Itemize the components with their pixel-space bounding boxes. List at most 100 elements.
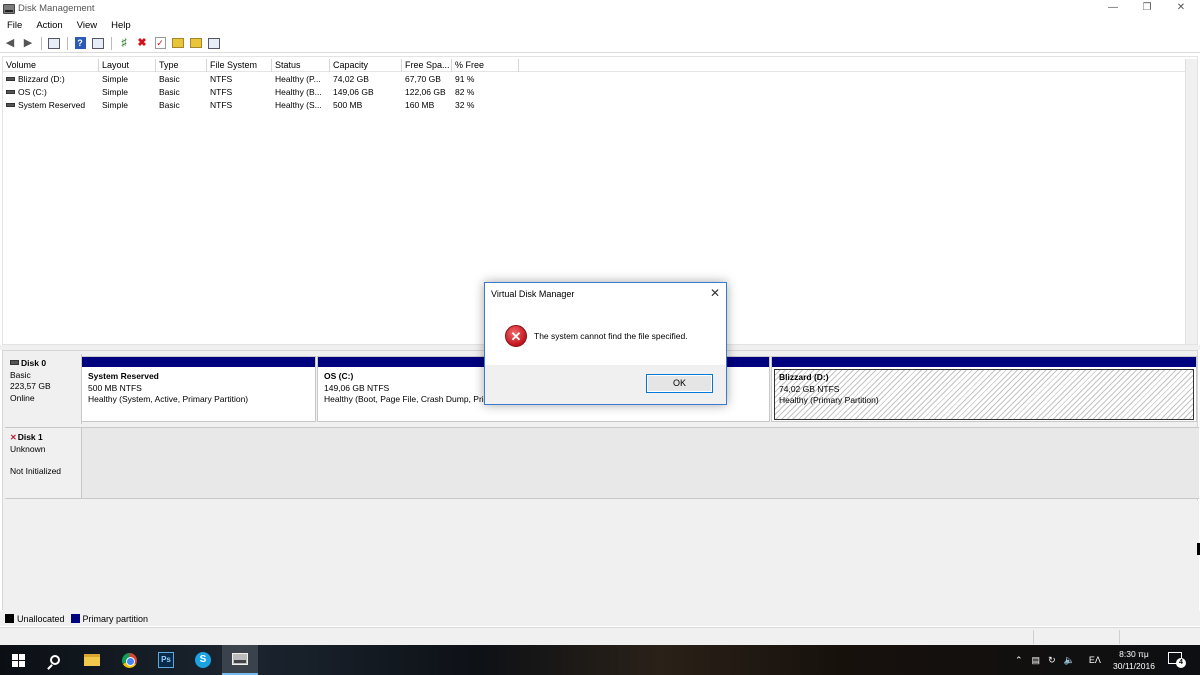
- percent-free-cell: 91 %: [455, 74, 475, 84]
- check-icon[interactable]: ✓: [153, 36, 167, 50]
- drive-icon: [6, 76, 15, 81]
- skype-icon[interactable]: S: [185, 645, 221, 675]
- legend: Unallocated Primary partition: [0, 611, 1200, 626]
- dialog-close-button[interactable]: ✕: [710, 286, 720, 300]
- network-icon[interactable]: ▤: [1032, 655, 1041, 666]
- language-indicator[interactable]: EΛ: [1089, 655, 1101, 665]
- partition-info: Blizzard (D:) 74,02 GB NTFS Healthy (Pri…: [774, 369, 1194, 420]
- error-dialog: Virtual Disk Manager ✕ ✕ The system cann…: [484, 282, 727, 405]
- percent-free-cell: 32 %: [455, 100, 475, 110]
- column-header-capacity[interactable]: Capacity: [330, 59, 402, 72]
- menu-help[interactable]: Help: [104, 17, 138, 34]
- volume-list-header: Volume Layout Type File System Status Ca…: [3, 59, 1185, 72]
- disk-0-label[interactable]: Disk 0 Basic 223,57 GB Online: [5, 354, 82, 424]
- free-space-cell: 160 MB: [405, 100, 435, 110]
- delete-icon[interactable]: ✖: [135, 36, 149, 50]
- chrome-icon[interactable]: [111, 645, 147, 675]
- disk-management-taskbar-icon[interactable]: [222, 645, 258, 675]
- table-row[interactable]: System Reserved Simple Basic NTFS Health…: [3, 99, 519, 111]
- menu-bar: File Action View Help: [0, 17, 1200, 34]
- console-tree-icon[interactable]: [47, 36, 61, 50]
- disk-1-area[interactable]: [82, 427, 1199, 499]
- photoshop-icon[interactable]: Ps: [148, 645, 184, 675]
- menu-file[interactable]: File: [0, 17, 29, 34]
- column-header-type[interactable]: Type: [156, 59, 207, 72]
- disk-management-app-icon: [3, 3, 15, 14]
- disk-1-name-text: Disk 1: [17, 432, 43, 442]
- disk-0-type: Basic: [10, 369, 31, 380]
- unallocated-swatch: [5, 614, 14, 623]
- show-hidden-icons-icon[interactable]: ⌃: [1015, 655, 1023, 666]
- free-space-cell: 67,70 GB: [405, 74, 441, 84]
- dialog-footer: OK: [485, 365, 726, 404]
- partition-status: Healthy (Primary Partition): [779, 395, 879, 405]
- toolbar-separator: [67, 36, 68, 50]
- dialog-title: Virtual Disk Manager: [491, 289, 575, 299]
- capacity-cell: 149,06 GB: [333, 87, 374, 97]
- free-space-cell: 122,06 GB: [405, 87, 446, 97]
- table-row[interactable]: OS (C:) Simple Basic NTFS Healthy (B... …: [3, 86, 519, 98]
- column-header-layout[interactable]: Layout: [99, 59, 156, 72]
- help-icon[interactable]: ?: [73, 36, 87, 50]
- disk-1-state: Not Initialized: [10, 466, 62, 476]
- column-header-volume[interactable]: Volume: [3, 59, 99, 72]
- table-row[interactable]: Blizzard (D:) Simple Basic NTFS Healthy …: [3, 73, 519, 85]
- file-system-cell: NTFS: [210, 87, 233, 97]
- partition-size: 500 MB NTFS: [88, 382, 142, 393]
- column-header-file-system[interactable]: File System: [207, 59, 272, 72]
- status-cell: Healthy (S...: [275, 100, 322, 110]
- type-cell: Basic: [159, 100, 180, 110]
- disk-1-label[interactable]: ✕Disk 1 Unknown Not Initialized: [5, 427, 82, 499]
- menu-action[interactable]: Action: [29, 17, 69, 34]
- capacity-cell: 74,02 GB: [333, 74, 369, 84]
- menu-view[interactable]: View: [70, 17, 104, 34]
- partition-blizzard-d[interactable]: Blizzard (D:) 74,02 GB NTFS Healthy (Pri…: [771, 356, 1197, 422]
- toolbar: ◀ ▶ ? ♯ ✖ ✓: [0, 34, 1200, 53]
- capacity-cell: 500 MB: [333, 100, 363, 110]
- forward-arrow-icon[interactable]: ▶: [21, 36, 35, 50]
- settings-icon[interactable]: [207, 36, 221, 50]
- status-bar-cell: [1033, 630, 1119, 644]
- connect-icon[interactable]: ♯: [117, 36, 131, 50]
- system-tray: ⌃ ▤ ↻ 🔈 EΛ: [1015, 645, 1101, 675]
- legend-unallocated: Unallocated: [17, 613, 65, 624]
- column-header-status[interactable]: Status: [272, 59, 330, 72]
- drive-icon: [6, 89, 15, 94]
- start-icon[interactable]: [0, 645, 36, 675]
- status-bar-cell: [1119, 630, 1200, 644]
- open-folder-icon[interactable]: [171, 36, 185, 50]
- partition-status: Healthy (System, Active, Primary Partiti…: [88, 394, 249, 404]
- volume-list-scrollbar[interactable]: [1185, 59, 1197, 344]
- toolbar-separator: [41, 36, 42, 50]
- file-system-cell: NTFS: [210, 74, 233, 84]
- explore-icon[interactable]: [189, 36, 203, 50]
- error-icon: ✕: [505, 325, 527, 347]
- disk-0-name: Disk 0: [10, 358, 81, 370]
- type-cell: Basic: [159, 74, 180, 84]
- partition-name: System Reserved: [88, 371, 159, 381]
- drive-icon: [6, 102, 15, 107]
- close-button[interactable]: ✕: [1162, 0, 1200, 17]
- properties-icon[interactable]: [91, 36, 105, 50]
- partition-system-reserved[interactable]: System Reserved 500 MB NTFS Healthy (Sys…: [81, 356, 316, 422]
- minimize-button[interactable]: —: [1094, 0, 1132, 17]
- column-header-free-space[interactable]: Free Spa...: [402, 59, 452, 72]
- sync-icon[interactable]: ↻: [1048, 655, 1056, 666]
- volume-icon[interactable]: 🔈: [1064, 655, 1075, 666]
- restore-button[interactable]: ❐: [1128, 0, 1166, 17]
- search-icon[interactable]: [37, 645, 73, 675]
- volume-name-cell: System Reserved: [3, 99, 99, 111]
- layout-cell: Simple: [102, 87, 128, 97]
- volume-name-cell: Blizzard (D:): [3, 73, 99, 85]
- clock[interactable]: 8:30 πμ 30/11/2016: [1108, 648, 1160, 672]
- photoshop-label: Ps: [158, 652, 174, 668]
- disk-0-name-text: Disk 0: [21, 358, 47, 368]
- back-arrow-icon[interactable]: ◀: [3, 36, 17, 50]
- status-cell: Healthy (B...: [275, 87, 322, 97]
- disk-map-empty-area: [3, 501, 1199, 611]
- column-header-percent-free[interactable]: % Free: [452, 59, 519, 72]
- file-explorer-icon[interactable]: [74, 645, 110, 675]
- percent-free-cell: 82 %: [455, 87, 475, 97]
- ok-button[interactable]: OK: [646, 374, 713, 393]
